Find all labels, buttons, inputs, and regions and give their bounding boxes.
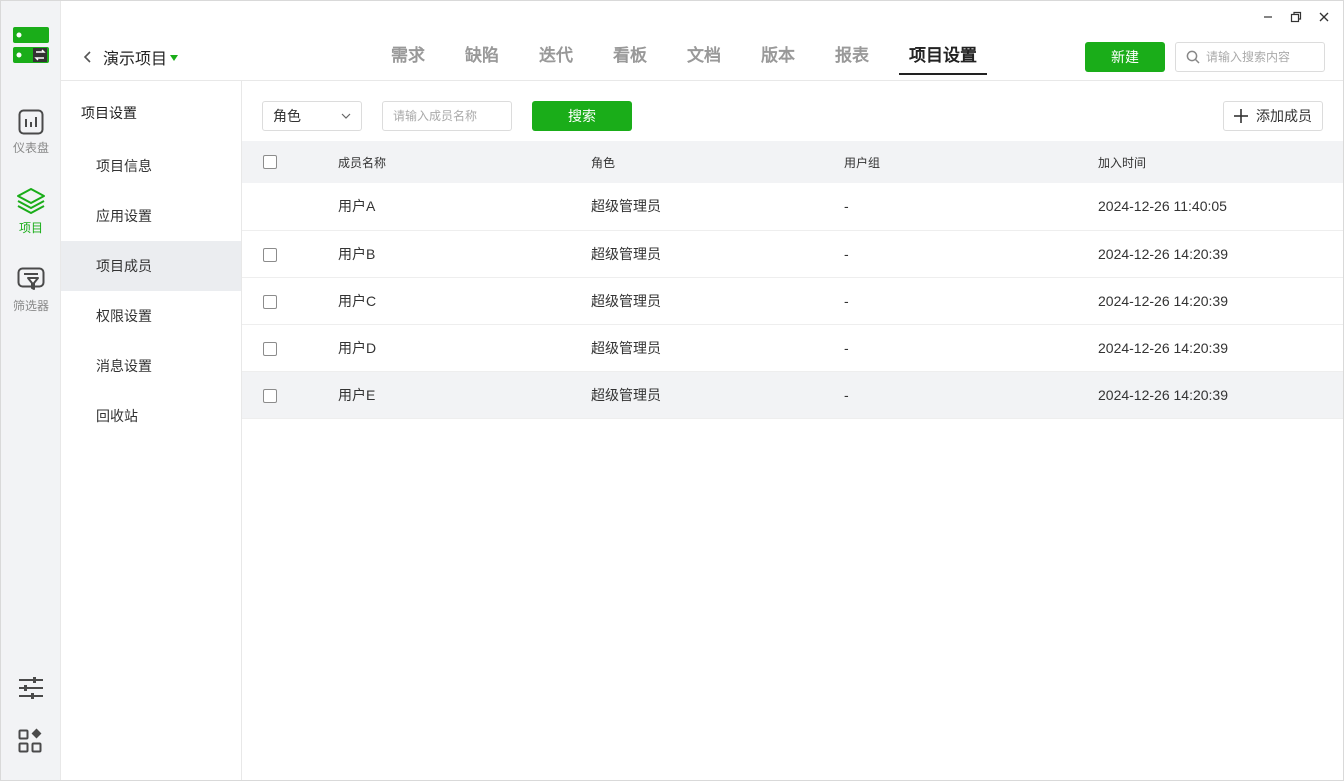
table-row[interactable]: 用户A 超级管理员 - 2024-12-26 11:40:05 [242, 183, 1343, 231]
app-window: 仪表盘 项目 筛选器 演示项目 需求 缺陷 迭代 看板 文档 版本 报表 项目设… [0, 0, 1344, 781]
minimize-icon[interactable] [1260, 9, 1276, 25]
members-panel: 角色 搜索 添加成员 成员名称 角色 用户组 加入时间 [242, 81, 1343, 780]
top-header: 演示项目 需求 缺陷 迭代 看板 文档 版本 报表 项目设置 新建 [61, 1, 1343, 81]
subnav-item-recycle-bin[interactable]: 回收站 [61, 391, 241, 441]
table-row[interactable]: 用户D 超级管理员 - 2024-12-26 14:20:39 [242, 324, 1343, 372]
subnav-item-members[interactable]: 项目成员 [61, 241, 241, 291]
subnav-item-notifications[interactable]: 消息设置 [61, 341, 241, 391]
tab-kanban[interactable]: 看板 [613, 41, 647, 73]
icon-rail: 仪表盘 项目 筛选器 [1, 1, 61, 780]
global-search [1175, 42, 1325, 72]
member-group: - [844, 277, 1098, 325]
table-row[interactable]: 用户C 超级管理员 - 2024-12-26 14:20:39 [242, 277, 1343, 325]
sidebar-item-project[interactable]: 项目 [1, 187, 61, 236]
subnav-item-permissions[interactable]: 权限设置 [61, 291, 241, 341]
chevron-down-icon [341, 113, 351, 119]
row-checkbox-cell [242, 183, 338, 231]
project-tabs: 需求 缺陷 迭代 看板 文档 版本 报表 项目设置 [391, 41, 1017, 75]
members-table: 成员名称 角色 用户组 加入时间 用户A 超级管理员 - 2024-12-26 … [242, 141, 1343, 419]
restore-icon[interactable] [1288, 9, 1304, 25]
tab-documents[interactable]: 文档 [687, 41, 721, 73]
member-group: - [844, 230, 1098, 278]
chevron-left-icon[interactable] [81, 50, 95, 64]
member-role: 超级管理员 [591, 277, 844, 325]
project-name: 演示项目 [103, 51, 168, 68]
role-select-value: 角色 [273, 108, 301, 124]
search-button[interactable]: 搜索 [532, 101, 632, 131]
sidebar-item-label: 筛选器 [12, 299, 49, 313]
member-name: 用户D [338, 324, 591, 372]
column-header-name: 成员名称 [338, 141, 591, 183]
row-checkbox-cell [242, 371, 338, 419]
member-group: - [844, 183, 1098, 231]
add-member-label: 添加成员 [1256, 108, 1312, 124]
tab-iterations[interactable]: 迭代 [539, 41, 573, 73]
add-member-button[interactable]: 添加成员 [1223, 101, 1323, 131]
subnav-item-project-info[interactable]: 项目信息 [61, 141, 241, 191]
member-role: 超级管理员 [591, 230, 844, 278]
dashboard-icon [18, 109, 44, 135]
member-joined: 2024-12-26 14:20:39 [1098, 324, 1343, 372]
settings-subnav: 项目设置 项目信息 应用设置 项目成员 权限设置 消息设置 回收站 [61, 81, 242, 780]
role-select[interactable]: 角色 [262, 101, 362, 131]
subnav-title: 项目设置 [81, 105, 137, 121]
select-all-checkbox[interactable] [263, 155, 277, 170]
apps-button[interactable] [1, 728, 61, 754]
row-checkbox[interactable] [263, 294, 277, 309]
row-checkbox-cell [242, 324, 338, 372]
tab-versions[interactable]: 版本 [761, 41, 795, 73]
member-name: 用户C [338, 277, 591, 325]
tab-defects[interactable]: 缺陷 [465, 41, 499, 73]
member-joined: 2024-12-26 14:20:39 [1098, 230, 1343, 278]
member-group: - [844, 371, 1098, 419]
select-all-cell [242, 141, 338, 183]
apps-icon [18, 728, 42, 753]
member-joined: 2024-12-26 14:20:39 [1098, 277, 1343, 325]
column-header-role: 角色 [591, 141, 844, 183]
settings-sliders-button[interactable] [1, 676, 61, 700]
subnav-item-app-settings[interactable]: 应用设置 [61, 191, 241, 241]
column-header-joined: 加入时间 [1098, 141, 1343, 183]
plus-icon [1234, 109, 1248, 123]
search-icon [1186, 50, 1200, 64]
member-name: 用户B [338, 230, 591, 278]
sidebar-item-filter[interactable]: 筛选器 [1, 267, 61, 314]
row-checkbox[interactable] [263, 388, 277, 403]
project-switcher[interactable]: 演示项目 [81, 45, 179, 69]
row-checkbox-cell [242, 277, 338, 325]
new-button[interactable]: 新建 [1085, 42, 1165, 72]
search-input[interactable] [1206, 50, 1316, 64]
tab-reports[interactable]: 报表 [835, 41, 869, 73]
tab-project-settings[interactable]: 项目设置 [899, 41, 987, 75]
member-joined: 2024-12-26 11:40:05 [1098, 183, 1343, 231]
sliders-icon [19, 677, 43, 699]
table-row[interactable]: 用户B 超级管理员 - 2024-12-26 14:20:39 [242, 230, 1343, 278]
member-role: 超级管理员 [591, 183, 844, 231]
row-checkbox[interactable] [263, 247, 277, 262]
member-group: - [844, 324, 1098, 372]
member-role: 超级管理员 [591, 371, 844, 419]
member-role: 超级管理员 [591, 324, 844, 372]
row-checkbox[interactable] [263, 341, 277, 356]
app-logo-icon [13, 27, 49, 65]
sidebar-item-dashboard[interactable]: 仪表盘 [1, 109, 61, 156]
layers-icon [17, 188, 45, 214]
filter-icon [17, 267, 45, 290]
sidebar-item-label: 项目 [18, 221, 43, 235]
table-row[interactable]: 用户E 超级管理员 - 2024-12-26 14:20:39 [242, 371, 1343, 419]
caret-down-icon [170, 55, 179, 61]
member-name: 用户E [338, 371, 591, 419]
table-header-row: 成员名称 角色 用户组 加入时间 [242, 141, 1343, 183]
tab-requirements[interactable]: 需求 [391, 41, 425, 73]
member-joined: 2024-12-26 14:20:39 [1098, 371, 1343, 419]
close-icon[interactable] [1316, 9, 1332, 25]
member-name: 用户A [338, 183, 591, 231]
member-name-input[interactable] [382, 101, 512, 131]
row-checkbox-cell [242, 230, 338, 278]
sidebar-item-label: 仪表盘 [12, 141, 49, 155]
column-header-group: 用户组 [844, 141, 1098, 183]
